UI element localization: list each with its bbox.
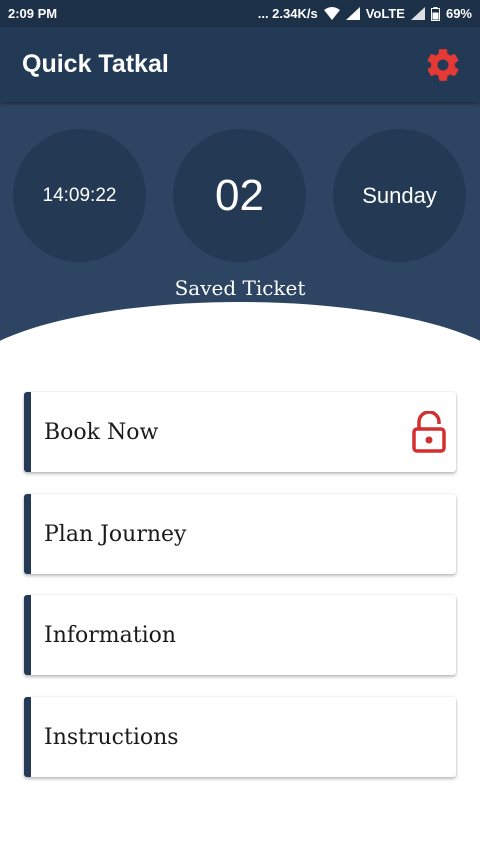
battery-level: 69% bbox=[445, 6, 472, 21]
cell-signal-2-icon bbox=[410, 7, 425, 20]
network-type: VoLTE bbox=[365, 6, 405, 21]
instructions-label: Instructions bbox=[44, 724, 179, 750]
gear-icon[interactable] bbox=[424, 46, 462, 84]
unlock-icon bbox=[412, 411, 446, 453]
battery-icon bbox=[430, 6, 440, 21]
information-label: Information bbox=[44, 622, 177, 648]
status-time: 2:09 PM bbox=[8, 6, 58, 21]
book-now-button[interactable]: Book Now bbox=[24, 392, 456, 472]
book-now-label: Book Now bbox=[44, 419, 159, 445]
saved-ticket-label: Saved Ticket bbox=[174, 276, 306, 300]
current-time-circle: 14:09:22 bbox=[13, 129, 146, 262]
app-bar: Quick Tatkal bbox=[0, 27, 480, 102]
cell-signal-icon bbox=[345, 7, 360, 20]
saved-count-circle[interactable]: 02 bbox=[173, 129, 306, 262]
header-curve bbox=[0, 302, 480, 370]
current-time: 14:09:22 bbox=[42, 184, 117, 206]
information-button[interactable]: Information bbox=[24, 595, 456, 675]
instructions-button[interactable]: Instructions bbox=[24, 697, 456, 777]
saved-ticket-count: 02 bbox=[215, 170, 264, 220]
network-speed: ... 2.34K/s bbox=[257, 6, 318, 21]
wifi-icon bbox=[323, 7, 340, 20]
plan-journey-label: Plan Journey bbox=[44, 521, 187, 547]
dashboard-header: 14:09:22 02 Sunday Saved Ticket bbox=[0, 102, 480, 370]
plan-journey-button[interactable]: Plan Journey bbox=[24, 494, 456, 574]
current-day: Sunday bbox=[362, 182, 437, 208]
status-bar: 2:09 PM ... 2.34K/s VoLTE 69% bbox=[0, 0, 480, 27]
app-title: Quick Tatkal bbox=[22, 50, 169, 78]
status-indicators: ... 2.34K/s VoLTE 69% bbox=[258, 6, 472, 21]
day-circle: Sunday bbox=[333, 129, 466, 262]
